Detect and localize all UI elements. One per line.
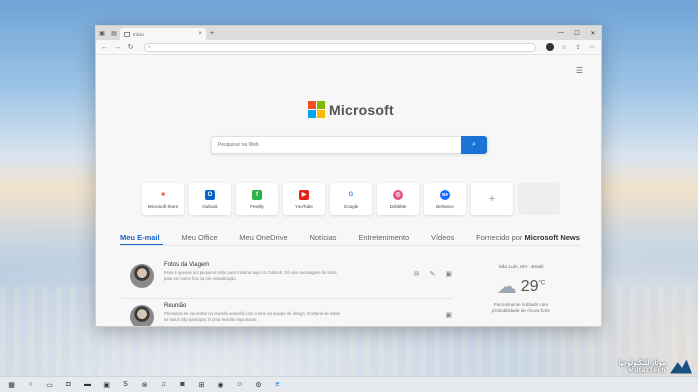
- list-item[interactable]: Fotos da Viagem Esse é apenas um pequeno…: [122, 258, 452, 299]
- apps-icon[interactable]: ⊞: [196, 379, 207, 390]
- weather-description: Parcialmente nublado com probabilidade d…: [492, 302, 550, 313]
- window-controls: — ☐ ✕: [553, 26, 601, 40]
- store-icon[interactable]: ◙: [177, 379, 188, 390]
- plus-icon: +: [488, 193, 496, 205]
- attachment-icon[interactable]: ✎: [430, 270, 436, 278]
- tab-my-onedrive[interactable]: Meu OneDrive: [239, 233, 287, 242]
- music-icon[interactable]: ♫: [158, 379, 169, 390]
- microsoft-news-brand: Microsoft News: [524, 233, 580, 242]
- maximize-button[interactable]: ☐: [569, 26, 585, 40]
- mail-subject: Fotos da Viagem: [164, 262, 210, 268]
- settings-icon[interactable]: ⚙: [253, 379, 264, 390]
- microsoft-logo: Microsoft: [308, 101, 394, 118]
- search-input[interactable]: [212, 137, 461, 153]
- favorites-icon[interactable]: ☆: [558, 42, 570, 53]
- close-window-button[interactable]: ✕: [585, 26, 601, 40]
- tab-videos[interactable]: Vídeos: [431, 233, 454, 242]
- tile-outlook[interactable]: O Outlook: [189, 183, 231, 215]
- feedly-icon: f: [252, 189, 262, 200]
- tab-bar: ▣ ▤ Início × + — ☐ ✕: [96, 26, 601, 40]
- outlook-open-icon[interactable]: ▣: [445, 270, 452, 278]
- xbox-icon[interactable]: ⊗: [139, 379, 150, 390]
- tab-home[interactable]: Início ×: [120, 28, 206, 40]
- weather-location: São Luís, MA · Brasil: [498, 265, 544, 270]
- powered-by: Fornecido por Microsoft News: [476, 233, 580, 242]
- people-icon[interactable]: ☺: [234, 379, 245, 390]
- address-field[interactable]: ⌕: [144, 42, 536, 52]
- watermark: موتاز للتكنولوجيا MutazTech: [619, 359, 692, 374]
- browser-window: ▣ ▤ Início × + — ☐ ✕ ← → ↻ ⌕ ☆ ⇪ ⋯ ☰ Mic…: [95, 25, 602, 327]
- tile-youtube[interactable]: ▶ YouTube: [283, 183, 325, 215]
- weather-widget[interactable]: São Luís, MA · Brasil ☁ 29°C Parcialment…: [484, 265, 558, 314]
- mail-preview: Pensando se vai entrar na reunião amanhã…: [164, 311, 341, 322]
- game-icon[interactable]: ◉: [215, 379, 226, 390]
- email-list: Fotos da Viagem Esse é apenas um pequeno…: [122, 258, 452, 326]
- forward-button[interactable]: →: [112, 42, 123, 53]
- back-button[interactable]: ←: [99, 42, 110, 53]
- tab-favicon: [124, 31, 130, 37]
- list-item[interactable]: Reunião Pensando se vai entrar na reuniã…: [122, 299, 452, 326]
- address-bar-row: ← → ↻ ⌕ ☆ ⇪ ⋯: [96, 40, 601, 55]
- web-search-box[interactable]: ⌕: [211, 136, 488, 154]
- tile-behance[interactable]: Bē Behance: [424, 183, 466, 215]
- mountain-logo-icon: [670, 359, 692, 374]
- add-site-tile[interactable]: +: [471, 183, 513, 215]
- youtube-icon: ▶: [299, 189, 309, 200]
- quick-links: ■ Microsoft Store O Outlook f Feedly ▶ Y…: [142, 183, 560, 215]
- logo-text: Microsoft: [329, 101, 394, 118]
- behance-icon: Bē: [440, 189, 450, 200]
- file-explorer-icon[interactable]: ▬: [82, 379, 93, 390]
- start-icon[interactable]: ▦: [6, 379, 17, 390]
- profile-avatar[interactable]: [544, 42, 556, 53]
- google-icon: G: [346, 189, 356, 200]
- new-tab-button[interactable]: +: [206, 30, 218, 37]
- new-tab-page: ☰ Microsoft ⌕ ■ Microsoft Store O Outloo…: [96, 55, 601, 326]
- more-menu-icon[interactable]: ⋯: [586, 42, 598, 53]
- mail-subject: Reunião: [164, 303, 187, 309]
- camera-icon[interactable]: ◘: [63, 379, 74, 390]
- search-icon: ⌕: [148, 44, 151, 50]
- tile-google[interactable]: G Google: [330, 183, 372, 215]
- minimize-button[interactable]: —: [553, 26, 569, 40]
- tile-microsoft-store[interactable]: ■ Microsoft Store: [142, 183, 184, 215]
- tab-title: Início: [133, 31, 144, 37]
- refresh-button[interactable]: ↻: [125, 42, 136, 53]
- feed-tabs: Meu E-mail Meu Office Meu OneDrive Notíc…: [120, 233, 580, 242]
- weather-temperature: 29°C: [520, 277, 546, 295]
- page-settings-icon[interactable]: ☰: [576, 66, 583, 75]
- outlook-open-icon[interactable]: ▣: [445, 311, 452, 319]
- search-icon[interactable]: ○: [25, 379, 36, 390]
- close-tab-icon[interactable]: ×: [198, 31, 202, 37]
- tab-actions-icon[interactable]: ▣: [96, 26, 108, 40]
- mark-read-icon[interactable]: ✉: [414, 270, 420, 278]
- tabs-divider: [120, 245, 580, 246]
- empty-tile: [518, 183, 560, 215]
- share-icon[interactable]: ⇪: [572, 42, 584, 53]
- tab-news[interactable]: Notícias: [309, 233, 336, 242]
- task-view-icon[interactable]: ▭: [44, 379, 55, 390]
- taskbar: ▦ ○ ▭ ◘ ▬ ▣ S ⊗ ♫ ◙ ⊞ ◉ ☺ ⚙ e: [0, 376, 698, 392]
- avatar: [130, 264, 154, 288]
- avatar: [130, 305, 154, 326]
- tile-feedly[interactable]: f Feedly: [236, 183, 278, 215]
- tab-my-office[interactable]: Meu Office: [181, 233, 217, 242]
- mail-preview: Esse é apenas um pequeno teste para most…: [164, 270, 337, 281]
- search-button[interactable]: ⌕: [461, 136, 487, 154]
- skype-icon[interactable]: S: [120, 379, 131, 390]
- microsoft-store-icon: ■: [158, 189, 168, 200]
- microsoft-grid-icon: [308, 101, 325, 118]
- edge-icon[interactable]: e: [272, 379, 283, 390]
- watermark-arabic: موتاز للتكنولوجيا: [618, 360, 666, 367]
- tab-list-icon[interactable]: ▤: [108, 26, 120, 40]
- cloud-rain-icon: ☁: [496, 276, 517, 298]
- photos-icon[interactable]: ▣: [101, 379, 112, 390]
- dribbble-icon: ◎: [393, 189, 403, 200]
- watermark-english: MutazTech: [628, 367, 666, 374]
- tab-entertainment[interactable]: Entretenimento: [358, 233, 409, 242]
- outlook-icon: O: [205, 189, 215, 200]
- tab-my-email[interactable]: Meu E-mail: [120, 233, 160, 242]
- tile-dribbble[interactable]: ◎ Dribbble: [377, 183, 419, 215]
